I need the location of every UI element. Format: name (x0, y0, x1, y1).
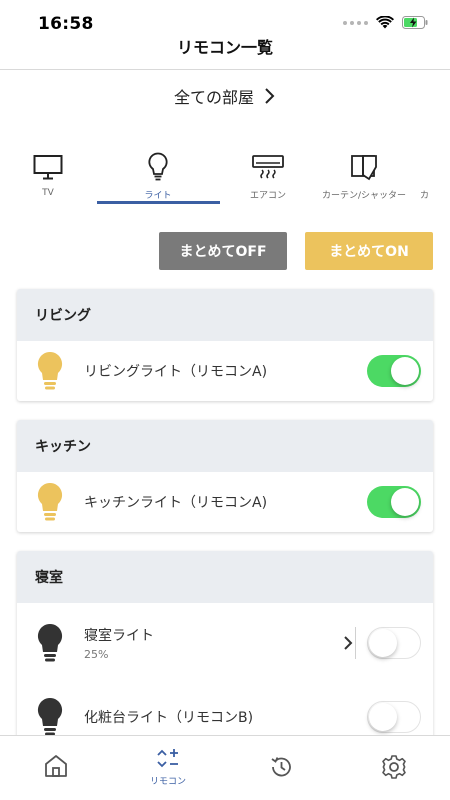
tab-settings[interactable] (338, 736, 450, 800)
device-row[interactable]: キッチンライト（リモコンA) (17, 472, 433, 532)
air-conditioner-icon (252, 155, 284, 179)
tv-icon (33, 155, 63, 180)
wifi-icon (376, 16, 394, 29)
gear-icon (382, 755, 406, 779)
tab-tv[interactable]: TV (3, 150, 93, 198)
room-card-kitchen: キッチン キッチンライト（リモコンA) (17, 420, 433, 532)
device-name: リビングライト（リモコンA) (84, 364, 268, 380)
tab-label: ライト (144, 191, 172, 201)
device-name: 化粧台ライト（リモコンB) (84, 710, 254, 726)
tab-label: TV (42, 188, 54, 198)
tab-home[interactable] (0, 736, 112, 800)
remote-icon (157, 749, 178, 768)
tab-label: カーテン/シャッター (321, 191, 407, 201)
battery-charging-icon (402, 16, 428, 29)
power-toggle[interactable] (367, 486, 421, 518)
status-icons (343, 16, 428, 29)
tab-label: カ (420, 191, 430, 201)
room-header: リビング (17, 289, 433, 341)
bottom-tab-bar: リモコン (0, 735, 450, 800)
room-selector[interactable]: 全ての部屋 (0, 84, 450, 108)
light-bulb-on-icon (37, 351, 63, 390)
all-on-button[interactable]: まとめてON (305, 232, 433, 270)
power-toggle[interactable] (367, 355, 421, 387)
light-bulb-off-icon (37, 623, 63, 662)
device-row[interactable]: 寝室ライト 25% (17, 603, 433, 683)
cellular-signal-icon (343, 20, 368, 25)
nav-divider (0, 69, 450, 70)
tab-indicator (97, 201, 220, 204)
chevron-right-icon (265, 88, 275, 104)
tab-history[interactable] (225, 736, 337, 800)
device-name: 寝室ライト (84, 628, 154, 644)
light-bulb-icon (148, 152, 168, 181)
tab-label: リモコン (149, 777, 186, 787)
room-header: 寝室 (17, 551, 433, 603)
room-header: キッチン (17, 420, 433, 472)
tab-label: エアコン (249, 191, 286, 201)
tab-light[interactable]: ライト (113, 150, 203, 201)
category-tabs: TV ライト エアコン カーテン/シャッター カ (0, 150, 450, 208)
tab-curtain[interactable]: カーテン/シャッター (319, 150, 409, 201)
tab-air-conditioner[interactable]: エアコン (223, 150, 313, 201)
tab-remote[interactable]: リモコン (112, 736, 224, 800)
chevron-right-icon[interactable] (343, 635, 353, 651)
power-toggle[interactable] (367, 701, 421, 733)
room-selector-label: 全ての部屋 (173, 88, 254, 107)
brightness-value: 25% (84, 648, 109, 661)
device-name: キッチンライト（リモコンA) (84, 495, 268, 511)
room-card-bedroom: 寝室 寝室ライト 25% 化粧台ライト（リモコンB) (17, 551, 433, 751)
status-bar: 16:58 (0, 0, 450, 36)
page-title: リモコン一覧 (176, 38, 273, 57)
tab-partial[interactable]: カ (420, 150, 450, 201)
curtain-icon (351, 155, 377, 181)
divider (355, 627, 356, 659)
power-toggle[interactable] (367, 627, 421, 659)
light-bulb-off-icon (37, 697, 63, 736)
room-card-living: リビング リビングライト（リモコンA) (17, 289, 433, 401)
status-time: 16:58 (38, 14, 94, 34)
history-icon (271, 757, 291, 777)
light-bulb-on-icon (37, 482, 63, 521)
home-icon (45, 755, 67, 777)
device-row[interactable]: リビングライト（リモコンA) (17, 341, 433, 401)
all-off-button[interactable]: まとめてOFF (159, 232, 287, 270)
